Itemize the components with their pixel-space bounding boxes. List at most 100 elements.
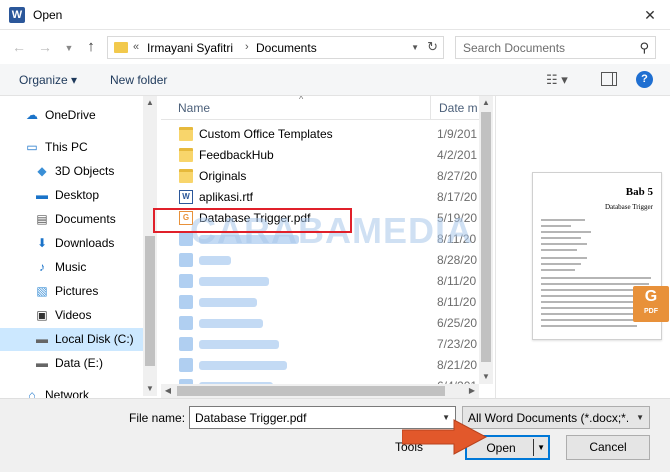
breadcrumb-documents[interactable]: Documents — [256, 41, 317, 55]
open-options-dropdown-icon[interactable]: ▼ — [537, 443, 545, 452]
chevron-down-icon[interactable]: ▼ — [636, 413, 644, 422]
breadcrumb-separator-icon[interactable]: › — [245, 41, 249, 53]
sidebar-item-label: Desktop — [55, 188, 100, 202]
blurred-file-icon — [179, 316, 193, 330]
sidebar-item[interactable]: ▬ Data (E:) — [0, 352, 144, 375]
change-view-icon[interactable]: ☷ ▾ — [546, 72, 568, 88]
preview-pane-icon[interactable] — [601, 72, 617, 86]
file-row[interactable]: Originals 8/27/20 — [161, 166, 479, 187]
file-type-select[interactable]: All Word Documents (*.docx;*.d ▼ — [462, 406, 650, 429]
preview-text-line — [541, 277, 651, 279]
annotation-arrow-icon — [402, 419, 488, 455]
file-date: 6/25/20 — [437, 316, 478, 330]
search-icon: ⚲ — [639, 40, 649, 55]
breadcrumb-user[interactable]: Irmayani Syafitri — [147, 41, 233, 55]
column-header: ^ Name Date m — [161, 96, 493, 120]
sidebar-item[interactable]: ⌂ Network — [0, 384, 144, 398]
file-list-horizontal-scrollbar[interactable]: ◀ ▶ — [161, 384, 479, 398]
pdf-badge-icon: G PDF — [633, 286, 669, 322]
scroll-down-icon[interactable]: ▼ — [479, 370, 493, 384]
pictures-icon: ▧ — [36, 284, 48, 298]
sidebar-item-label: OneDrive — [45, 108, 96, 122]
help-icon[interactable]: ? — [636, 71, 653, 88]
sidebar-item-label: 3D Objects — [55, 164, 115, 178]
preview-text-line — [541, 219, 585, 221]
scroll-down-icon[interactable]: ▼ — [143, 382, 157, 396]
download-icon: ⬇ — [36, 236, 48, 250]
sidebar-item[interactable]: ⬇ Downloads — [0, 232, 144, 255]
scroll-right-icon[interactable]: ▶ — [465, 384, 479, 398]
file-date: 8/27/20 — [437, 169, 478, 183]
file-row[interactable]: Custom Office Templates 1/9/201 — [161, 124, 479, 145]
sidebar-item-label: Downloads — [55, 236, 115, 250]
file-list-vertical-scrollbar[interactable]: ▲ ▼ — [479, 96, 493, 384]
preview-text-line — [541, 295, 647, 297]
preview-text-line — [541, 307, 641, 309]
blurred-file-icon — [179, 253, 193, 267]
blurred-file-icon — [179, 274, 193, 288]
nav-scrollbar[interactable]: ▲ ▼ — [143, 96, 157, 396]
preview-text-line — [541, 243, 587, 245]
address-bar[interactable]: « Irmayani Syafitri › Documents ▼ ↻ — [107, 36, 444, 59]
address-row: ← → ▼ ↑ « Irmayani Syafitri › Documents … — [0, 30, 670, 64]
sidebar-item[interactable]: ▧ Pictures — [0, 280, 144, 303]
file-row[interactable]: Waplikasi.rtf 8/17/20 — [161, 187, 479, 208]
up-arrow-icon[interactable]: ↑ — [82, 39, 100, 55]
scroll-up-icon[interactable]: ▲ — [479, 96, 493, 110]
folder-icon — [179, 169, 193, 183]
file-name: aplikasi.rtf — [199, 190, 254, 204]
cloud-icon: ☁ — [26, 108, 38, 122]
nav-scroll-thumb[interactable] — [145, 236, 155, 366]
sidebar-item[interactable]: ▭ This PC — [0, 136, 144, 159]
file-row[interactable]: FeedbackHub 4/2/201 — [161, 145, 479, 166]
split-divider — [533, 439, 534, 456]
sidebar-item[interactable]: ▬ Desktop — [0, 184, 144, 207]
file-list-hscroll-thumb[interactable] — [177, 386, 445, 396]
preview-text-line — [541, 313, 645, 315]
blurred-file-name — [199, 298, 257, 307]
file-row[interactable]: 8/11/20 — [161, 271, 479, 292]
sidebar-item[interactable]: ▬ Local Disk (C:) — [0, 328, 144, 351]
back-arrow-icon[interactable]: ← — [10, 39, 28, 55]
file-date: 8/17/20 — [437, 190, 478, 204]
sidebar-item-label: Data (E:) — [55, 356, 104, 370]
column-date-modified[interactable]: Date m — [439, 101, 478, 115]
preview-pane: Bab 5 Database Trigger G PDF — [495, 96, 670, 398]
file-list-scroll-thumb[interactable] — [481, 112, 491, 362]
forward-arrow-icon[interactable]: → — [36, 39, 54, 55]
file-row[interactable]: 8/21/20 — [161, 355, 479, 376]
sidebar-item-label: Documents — [55, 212, 116, 226]
video-icon: ▣ — [36, 308, 48, 322]
scroll-up-icon[interactable]: ▲ — [143, 96, 157, 110]
computer-icon: ▭ — [26, 140, 38, 154]
close-button[interactable]: ✕ — [630, 0, 670, 30]
sidebar-item[interactable]: ▣ Videos — [0, 304, 144, 327]
sidebar-item[interactable]: ▤ Documents — [0, 208, 144, 231]
new-folder-button[interactable]: New folder — [110, 73, 167, 87]
preview-text-line — [541, 225, 571, 227]
file-row[interactable]: 6/25/20 — [161, 313, 479, 334]
column-separator[interactable] — [430, 96, 431, 120]
file-name-value[interactable]: Database Trigger.pdf — [195, 411, 306, 425]
file-row[interactable]: 8/28/20 — [161, 250, 479, 271]
breadcrumb-overflow[interactable]: « — [133, 41, 139, 53]
selection-highlight-box — [153, 208, 352, 233]
sidebar-item[interactable]: ◆ 3D Objects — [0, 160, 144, 183]
recent-locations-dropdown-icon[interactable]: ▼ — [60, 40, 78, 56]
file-name: FeedbackHub — [199, 148, 274, 162]
sidebar-item[interactable]: ☁ OneDrive — [0, 104, 144, 127]
address-dropdown-icon[interactable]: ▼ — [411, 43, 419, 52]
file-row[interactable]: 7/23/20 — [161, 334, 479, 355]
column-name[interactable]: Name — [178, 101, 210, 115]
documents-icon: ▤ — [36, 212, 48, 226]
search-input[interactable]: Search Documents ⚲ — [455, 36, 656, 59]
organize-button[interactable]: Organize ▾ — [19, 73, 77, 87]
search-placeholder: Search Documents — [463, 41, 566, 55]
file-name: Originals — [199, 169, 247, 183]
scroll-left-icon[interactable]: ◀ — [161, 384, 175, 398]
refresh-icon[interactable]: ↻ — [427, 39, 438, 55]
sidebar-item[interactable]: ♪ Music — [0, 256, 144, 279]
file-row[interactable]: 8/11/20 — [161, 292, 479, 313]
file-type-value[interactable]: All Word Documents (*.docx;*.d — [468, 411, 628, 425]
cancel-button[interactable]: Cancel — [566, 435, 650, 460]
